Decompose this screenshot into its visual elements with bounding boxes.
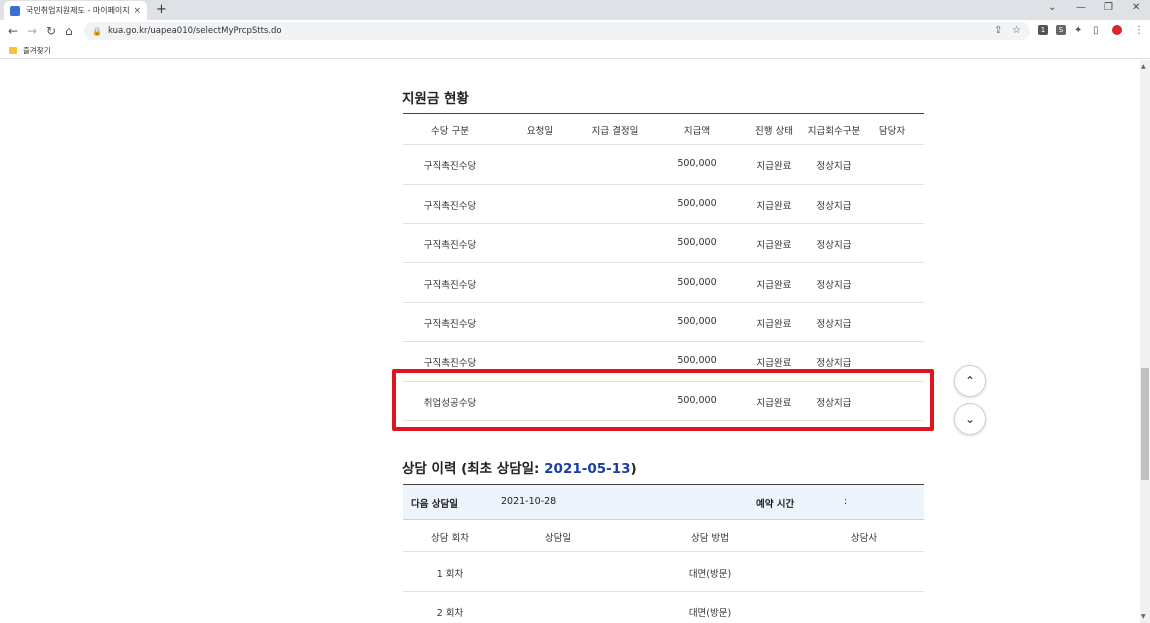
minimize-icon[interactable]: — bbox=[1076, 2, 1086, 13]
cell-type: 구직촉진수당 bbox=[423, 161, 477, 172]
cell-round: 2 회차 bbox=[436, 608, 464, 619]
new-tab-button[interactable]: + bbox=[156, 2, 167, 17]
cell-status: 지급완료 bbox=[756, 358, 792, 369]
extensions-puzzle-icon[interactable]: ✦ bbox=[1074, 25, 1082, 36]
col-header-manager: 담당자 bbox=[878, 126, 906, 137]
scroll-top-button[interactable]: ⌃ bbox=[954, 365, 986, 397]
reserve-time-value: : bbox=[844, 496, 848, 507]
close-window-icon[interactable]: ✕ bbox=[1132, 2, 1140, 13]
consult-title-prefix: 상담 이력 (최초 상담일: bbox=[402, 461, 545, 477]
forward-icon[interactable]: → bbox=[27, 24, 37, 38]
next-consult-label: 다음 상담일 bbox=[411, 499, 459, 510]
bookmark-folder-label[interactable]: 즐겨찾기 bbox=[23, 45, 51, 56]
cell-status: 지급완료 bbox=[756, 161, 792, 172]
lock-icon: 🔒 bbox=[92, 26, 102, 36]
next-consult-date: 2021-10-28 bbox=[501, 496, 557, 507]
page-scrollbar[interactable] bbox=[1140, 60, 1150, 623]
scroll-down-arrow-icon[interactable]: ▼ bbox=[1141, 613, 1146, 620]
extension-s-icon[interactable]: S bbox=[1056, 25, 1066, 35]
tab-search-icon[interactable]: ⌄ bbox=[1048, 2, 1056, 13]
reserve-time-label: 예약 시간 bbox=[756, 499, 795, 510]
reload-icon[interactable]: ↻ bbox=[46, 24, 56, 38]
extension-1-icon[interactable]: 1 bbox=[1038, 25, 1048, 35]
consult-title-suffix: ) bbox=[630, 461, 637, 477]
col-header-status: 진행 상태 bbox=[755, 126, 793, 137]
menu-kebab-icon[interactable]: ⋮ bbox=[1134, 25, 1144, 36]
col-header-type: 수당 구분 bbox=[431, 126, 469, 137]
folder-icon bbox=[9, 46, 17, 54]
row-divider bbox=[403, 302, 924, 303]
cell-kind: 정상지급 bbox=[816, 358, 852, 369]
home-icon[interactable]: ⌂ bbox=[65, 24, 73, 38]
tab-bar bbox=[0, 0, 1150, 20]
col-header-amount: 지급액 bbox=[683, 126, 711, 137]
chevron-down-icon: ⌄ bbox=[964, 412, 976, 426]
cell-method: 대면(방문) bbox=[688, 608, 732, 619]
cell-kind: 정상지급 bbox=[816, 240, 852, 251]
cell-method: 대면(방문) bbox=[688, 569, 732, 580]
chevron-up-icon: ⌃ bbox=[964, 374, 976, 388]
highlight-box bbox=[392, 369, 934, 431]
cell-type: 구직촉진수당 bbox=[423, 358, 477, 369]
row-divider bbox=[403, 223, 924, 224]
support-table-top-border bbox=[403, 113, 924, 114]
scrollbar-thumb[interactable] bbox=[1141, 368, 1149, 480]
row-divider bbox=[403, 184, 924, 185]
cell-type: 구직촉진수당 bbox=[423, 280, 477, 291]
bookmarks-bar: 즐겨찾기 bbox=[0, 42, 1150, 59]
consult-section-title: 상담 이력 (최초 상담일: 2021-05-13) bbox=[402, 457, 637, 477]
browser-tab[interactable]: 국민취업지원제도 - 마이페이지 × bbox=[4, 1, 147, 20]
cell-amount: 500,000 bbox=[677, 198, 717, 209]
share-icon[interactable]: ⇪ bbox=[994, 25, 1002, 36]
cell-amount: 500,000 bbox=[677, 316, 717, 327]
bookmark-star-icon[interactable]: ☆ bbox=[1012, 25, 1021, 36]
cell-type: 구직촉진수당 bbox=[423, 201, 477, 212]
scroll-up-arrow-icon[interactable]: ▲ bbox=[1141, 63, 1146, 70]
cell-status: 지급완료 bbox=[756, 240, 792, 251]
profile-avatar-icon[interactable] bbox=[1112, 25, 1122, 35]
row-divider bbox=[403, 341, 924, 342]
first-consult-date: 2021-05-13 bbox=[544, 461, 631, 477]
side-panel-icon[interactable]: ▯ bbox=[1093, 25, 1099, 36]
col-header-consult-date: 상담일 bbox=[544, 533, 572, 544]
row-divider bbox=[403, 144, 924, 145]
url-text: kua.go.kr/uapea010/selectMyPrcpStts.do bbox=[107, 26, 282, 36]
col-header-method: 상담 방법 bbox=[691, 533, 729, 544]
cell-amount: 500,000 bbox=[677, 237, 717, 248]
col-header-payment-kind: 지급회수구분 bbox=[807, 126, 861, 137]
cell-kind: 정상지급 bbox=[816, 201, 852, 212]
cell-kind: 정상지급 bbox=[816, 319, 852, 330]
address-bar[interactable]: 🔒 kua.go.kr/uapea010/selectMyPrcpStts.do bbox=[84, 22, 1030, 40]
back-icon[interactable]: ← bbox=[8, 24, 18, 38]
cell-status: 지급완료 bbox=[756, 201, 792, 212]
row-divider bbox=[403, 262, 924, 263]
cell-amount: 500,000 bbox=[677, 277, 717, 288]
col-header-request-date: 요청일 bbox=[526, 126, 554, 137]
cell-amount: 500,000 bbox=[677, 158, 717, 169]
tab-title: 국민취업지원제도 - 마이페이지 bbox=[26, 6, 130, 15]
scroll-bottom-button[interactable]: ⌄ bbox=[954, 403, 986, 435]
site-favicon-icon bbox=[10, 5, 20, 16]
restore-icon[interactable]: ❐ bbox=[1104, 2, 1113, 13]
cell-kind: 정상지급 bbox=[816, 280, 852, 291]
cell-kind: 정상지급 bbox=[816, 161, 852, 172]
cell-status: 지급완료 bbox=[756, 319, 792, 330]
col-header-decision-date: 지급 결정일 bbox=[591, 126, 639, 137]
cell-amount: 500,000 bbox=[677, 355, 717, 366]
cell-type: 구직촉진수당 bbox=[423, 240, 477, 251]
row-divider bbox=[403, 551, 924, 552]
col-header-counselor: 상담사 bbox=[850, 533, 878, 544]
cell-round: 1 회차 bbox=[436, 569, 464, 580]
row-divider bbox=[403, 591, 924, 592]
cell-type: 구직촉진수당 bbox=[423, 319, 477, 330]
col-header-round: 상담 회차 bbox=[431, 533, 469, 544]
support-section-title: 지원금 현황 bbox=[402, 91, 469, 107]
cell-status: 지급완료 bbox=[756, 280, 792, 291]
tab-close-icon[interactable]: × bbox=[133, 6, 141, 16]
